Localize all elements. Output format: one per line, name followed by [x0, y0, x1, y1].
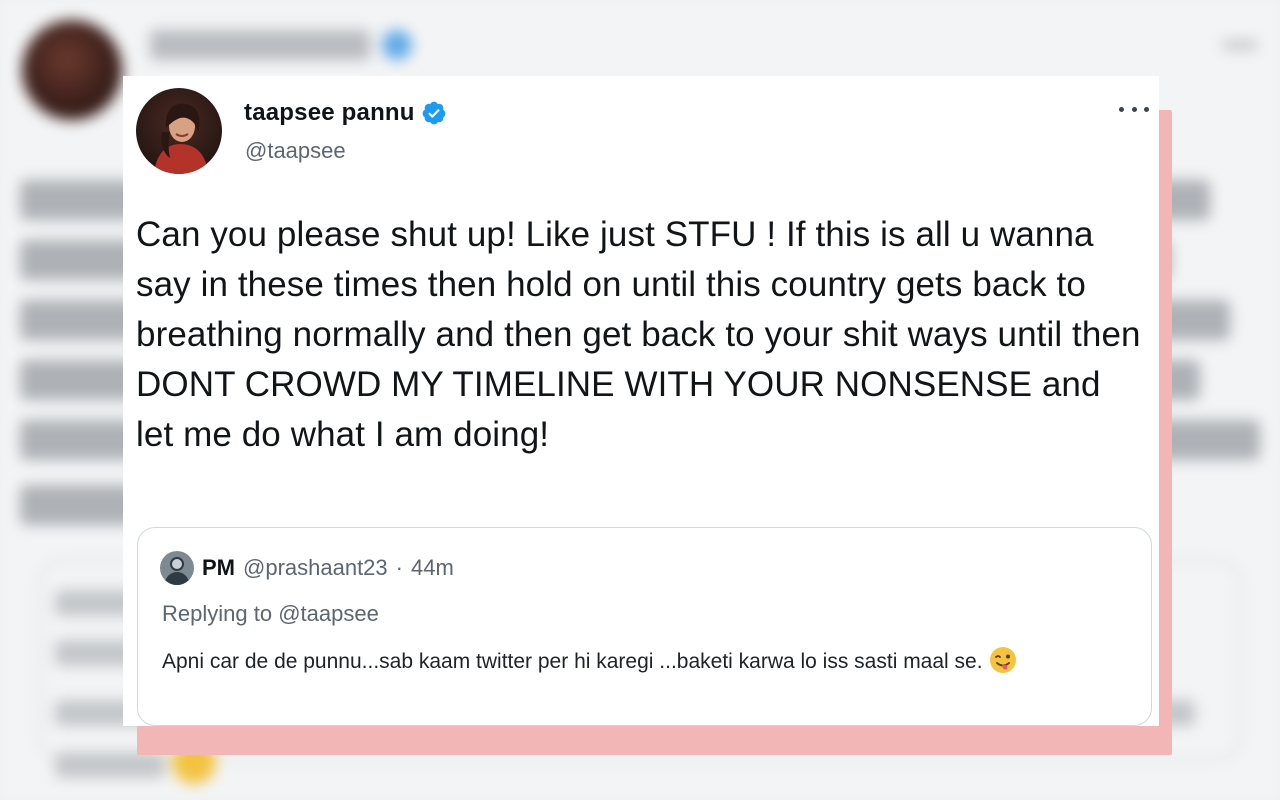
- replying-to: Replying to @taapsee: [162, 601, 379, 627]
- replying-prefix: Replying to: [162, 601, 273, 626]
- blurred-more-icon: [1222, 40, 1258, 50]
- quoted-tweet-text-block: Apni car de de punnu...sab kaam twitter …: [162, 644, 1122, 679]
- quoted-separator: ·: [395, 555, 403, 580]
- author-handle[interactable]: @taapsee: [245, 138, 346, 164]
- blurred-name: [150, 30, 370, 60]
- blurred-verified-icon: [382, 30, 412, 60]
- blurred-quote-line: [55, 752, 165, 778]
- quoted-tweet-text: Apni car de de punnu...sab kaam twitter …: [162, 650, 983, 673]
- author-name[interactable]: taapsee pannu: [244, 99, 415, 127]
- more-options-icon[interactable]: [1119, 102, 1149, 116]
- quoted-author-name[interactable]: PM: [202, 555, 235, 581]
- tweet-card: taapsee pannu @taapsee Can you please sh…: [123, 76, 1159, 726]
- quoted-tweet[interactable]: PM @prashaant23 · 44m Replying to @taaps…: [137, 527, 1152, 726]
- more-dot: [1144, 106, 1149, 112]
- author-name-row[interactable]: taapsee pannu: [244, 99, 447, 127]
- replying-handle[interactable]: @taapsee: [278, 601, 379, 626]
- quoted-timestamp[interactable]: 44m: [411, 555, 454, 581]
- more-dot: [1119, 106, 1124, 112]
- verified-badge-icon: [422, 101, 446, 125]
- avatar[interactable]: [136, 88, 222, 174]
- winking-face-with-tongue-icon: [989, 647, 1016, 673]
- more-dot: [1131, 106, 1137, 112]
- blurred-avatar: [22, 20, 122, 120]
- quoted-tweet-header: PM @prashaant23 · 44m: [160, 551, 454, 585]
- avatar-photo-icon: [136, 88, 222, 174]
- quoted-author-handle[interactable]: @prashaant23: [243, 555, 388, 581]
- tweet-text: Can you please shut up! Like just STFU !…: [136, 215, 1151, 454]
- quoted-author-avatar-icon[interactable]: [160, 551, 194, 585]
